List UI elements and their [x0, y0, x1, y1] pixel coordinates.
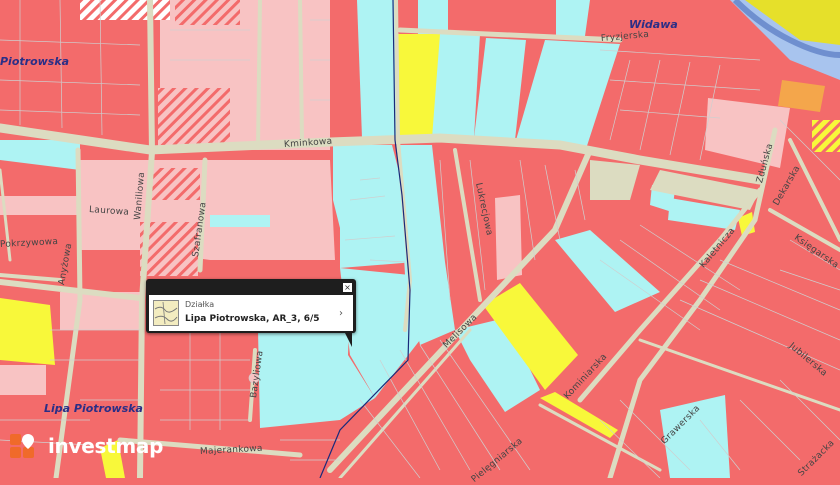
- green-zone: [0, 298, 55, 365]
- investmap-wordmark: investmap: [48, 434, 164, 458]
- hatched-parcel: [175, 0, 240, 25]
- popup-pointer: [345, 333, 352, 347]
- place-label-lipa-piotrowska: Lipa Piotrowska: [44, 402, 143, 415]
- investmap-logo-icon: [10, 434, 34, 458]
- investmap-logo: investmap: [8, 432, 163, 472]
- services-zone: [556, 0, 590, 36]
- services-zone: [210, 215, 270, 227]
- services-zone: [357, 0, 396, 138]
- place-label-widawa: Widawa: [629, 18, 678, 31]
- hatched-parcel: [150, 168, 200, 200]
- light-pink-zone: [0, 196, 78, 215]
- parcel-info-popup: × Działka Lipa Piotrowska, AR_3, 6/5 ›: [146, 279, 356, 347]
- parcel-type-label: Działka: [185, 300, 215, 309]
- hatched-parcel: [158, 88, 230, 146]
- services-zone: [432, 34, 480, 138]
- light-pink-zone: [0, 365, 46, 395]
- place-label-piotrowska: Piotrowska: [0, 55, 70, 68]
- chevron-right-icon[interactable]: ›: [339, 308, 343, 319]
- hatched-parcel: [80, 0, 170, 20]
- parcel-title: Lipa Piotrowska, AR_3, 6/5: [185, 314, 320, 324]
- close-icon[interactable]: ×: [343, 283, 352, 292]
- parcel-map-icon: [153, 300, 179, 326]
- hatched-parcel: [812, 120, 840, 152]
- parcel-info-body[interactable]: Działka Lipa Piotrowska, AR_3, 6/5 ›: [149, 295, 353, 331]
